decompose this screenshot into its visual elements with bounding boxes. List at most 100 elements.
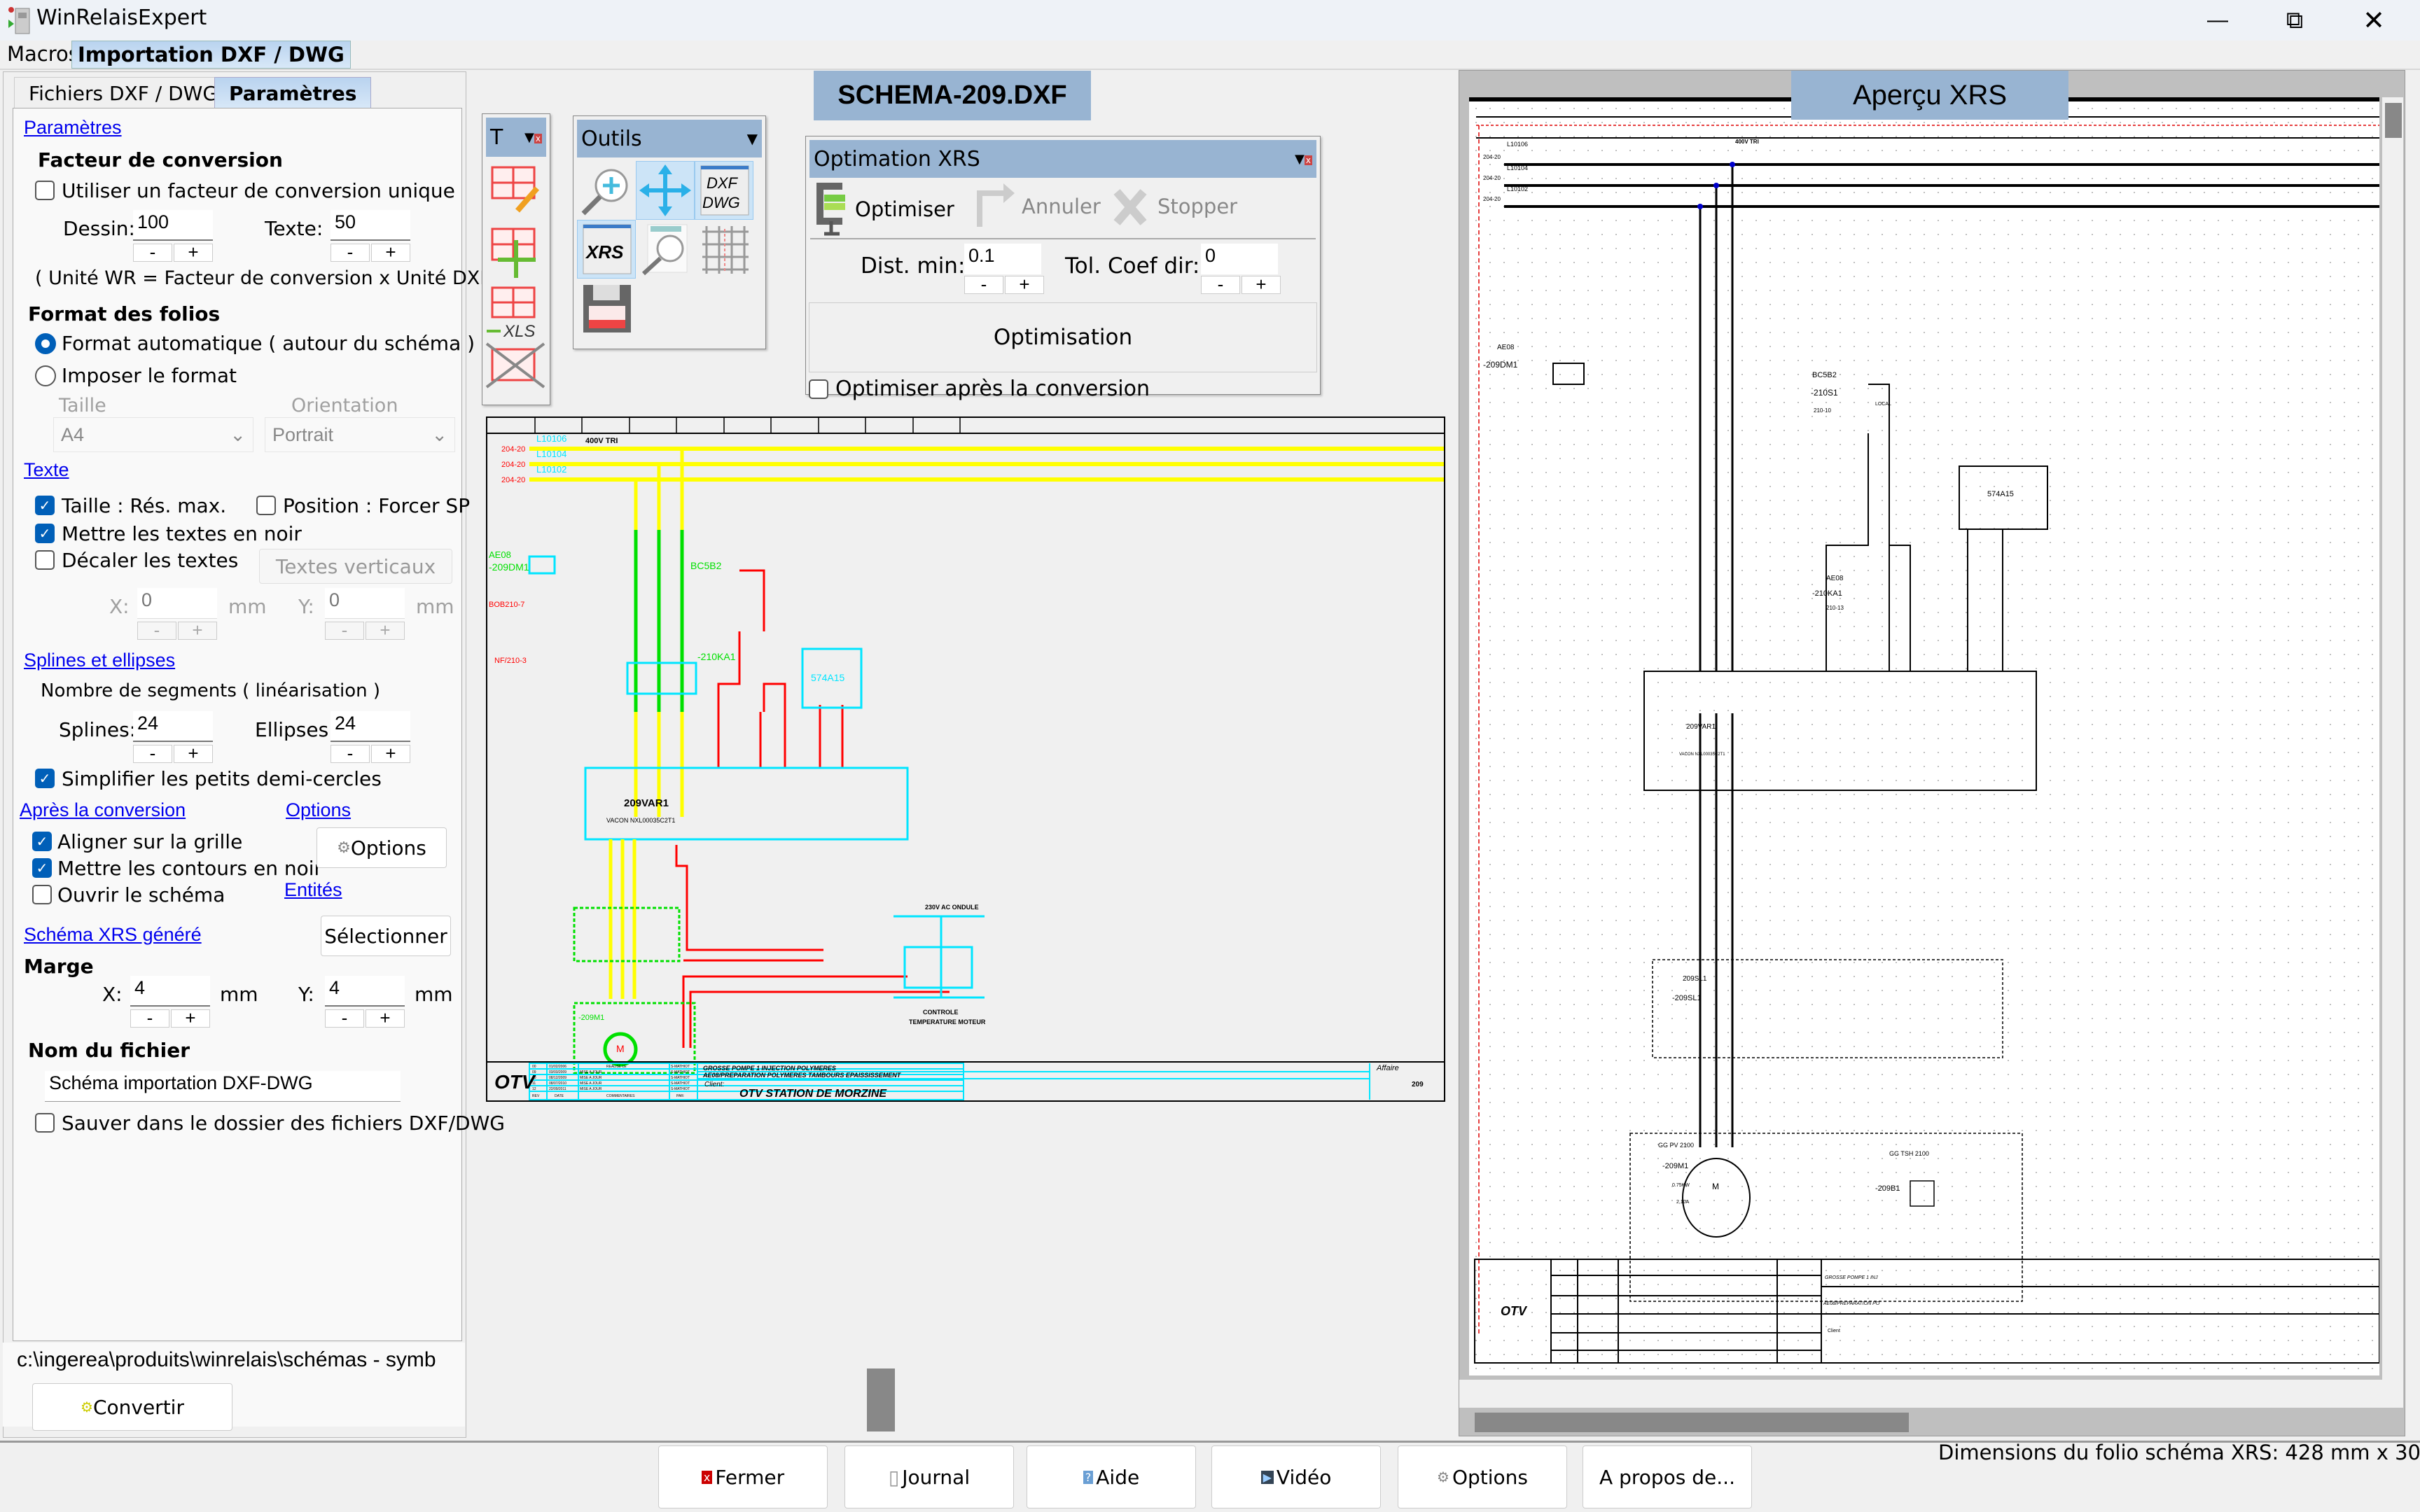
splines-input[interactable]: 24	[133, 711, 213, 742]
dessin-decrement[interactable]: -	[133, 243, 172, 262]
splines-decrement[interactable]: -	[133, 744, 172, 763]
dist-min-input[interactable]: 0.1	[964, 244, 1041, 274]
xrs-preview-panel[interactable]: 400V TRI L10106 L10104 L10102 204-20 204…	[1459, 70, 2405, 1436]
dxf-project1: GROSSE POMPE 1 INJECTION POLYMERES	[703, 1065, 836, 1072]
texte-factor-input[interactable]: 50	[331, 210, 410, 241]
convertir-button[interactable]: ⚙ Convertir	[32, 1383, 232, 1431]
a-propos-button[interactable]: A propos de...	[1583, 1446, 1752, 1508]
unique-factor-checkbox[interactable]	[35, 181, 55, 200]
table-delete-icon[interactable]	[485, 342, 545, 388]
table-edit-icon[interactable]	[491, 166, 540, 213]
maximize-button[interactable]: ⧉	[2256, 0, 2333, 41]
format-auto-radio[interactable]	[35, 333, 56, 354]
decaler-textes-checkbox[interactable]	[35, 550, 55, 570]
format-impose-radio[interactable]	[35, 365, 56, 386]
apres-conversion-link[interactable]: Après la conversion	[20, 799, 186, 821]
selectionner-button[interactable]: Sélectionner	[321, 916, 451, 956]
dessin-input[interactable]: 100	[133, 210, 213, 241]
dropdown-icon[interactable]: ▼ x	[524, 130, 542, 145]
tol-coef-decrement[interactable]: -	[1201, 275, 1240, 294]
dessin-increment[interactable]: +	[174, 243, 213, 262]
position-forcer-checkbox[interactable]	[256, 496, 276, 515]
stopper-button[interactable]: Stopper	[1113, 182, 1237, 231]
taille-select[interactable]: A4 ⌄	[53, 417, 253, 452]
optimiser-button[interactable]: Optimiser	[814, 182, 954, 237]
preview-hscroll-track[interactable]	[1459, 1380, 2403, 1408]
dist-min-increment[interactable]: +	[1005, 275, 1044, 294]
decaler-x-input[interactable]: 0	[137, 588, 217, 619]
tol-coef-increment[interactable]: +	[1242, 275, 1281, 294]
table-toolbar-header[interactable]: T ▼ x	[486, 118, 546, 157]
video-button[interactable]: ▶ Vidéo	[1211, 1446, 1381, 1508]
decaler-x-decrement[interactable]: -	[137, 621, 176, 640]
marge-y-decrement[interactable]: -	[325, 1009, 364, 1028]
decaler-y-increment[interactable]: +	[366, 621, 405, 640]
subtab-fichiers-dxf-dwg[interactable]: Fichiers DXF / DWG	[14, 77, 233, 108]
decaler-y-decrement[interactable]: -	[325, 621, 364, 640]
decaler-x-increment[interactable]: +	[178, 621, 217, 640]
dropdown-icon[interactable]: ▼	[747, 130, 758, 147]
texte-factor-increment[interactable]: +	[371, 243, 410, 262]
dxf-dwg-button[interactable]: DXF DWG	[695, 161, 753, 220]
bottom-options-button[interactable]: ⚙ Options	[1398, 1446, 1567, 1508]
table-export-xls-icon[interactable]: XLS	[487, 286, 536, 341]
marge-x-input[interactable]: 4	[130, 976, 210, 1007]
filename-input[interactable]: Schéma importation DXF-DWG	[45, 1071, 401, 1102]
parametres-link[interactable]: Paramètres	[24, 117, 122, 139]
grid-button[interactable]	[695, 220, 753, 279]
orientation-select[interactable]: Portrait ⌄	[265, 417, 455, 452]
xrs-button[interactable]: XRS	[577, 220, 636, 279]
subtab-parametres[interactable]: Paramètres	[214, 77, 372, 108]
save-button[interactable]	[577, 279, 636, 337]
dist-min-decrement[interactable]: -	[964, 275, 1003, 294]
fermer-button[interactable]: x Fermer	[658, 1446, 828, 1508]
aligner-grille-checkbox[interactable]: ✓	[32, 832, 52, 851]
textes-noir-checkbox[interactable]: ✓	[35, 524, 55, 543]
marge-x-increment[interactable]: +	[171, 1009, 210, 1028]
minimize-button[interactable]: —	[2179, 0, 2256, 41]
annuler-button[interactable]: Annuler	[975, 182, 1101, 231]
inspect-button[interactable]	[636, 220, 695, 279]
textes-verticaux-button[interactable]: Textes verticaux	[259, 549, 452, 584]
marge-x-decrement[interactable]: -	[130, 1009, 169, 1028]
zoom-in-button[interactable]	[577, 161, 636, 220]
optimisation-button[interactable]: Optimisation	[809, 302, 1317, 372]
tab-importation-dxf-dwg[interactable]: Importation DXF / DWG	[71, 41, 351, 69]
journal-button[interactable]: ▯ Journal	[844, 1446, 1014, 1508]
close-window-button[interactable]: ✕	[2335, 0, 2412, 41]
simplifier-checkbox[interactable]: ✓	[35, 769, 55, 788]
options-button[interactable]: ⚙ Options	[317, 827, 447, 868]
taille-res-max-checkbox[interactable]: ✓	[35, 496, 55, 515]
close-panel-icon[interactable]: x	[1304, 155, 1312, 165]
table-move-icon[interactable]	[491, 227, 536, 278]
contours-noir-checkbox[interactable]: ✓	[32, 858, 52, 878]
optimiser-apres-checkbox[interactable]	[809, 379, 828, 399]
ellipses-increment[interactable]: +	[371, 744, 410, 763]
outils-toolbar-header[interactable]: Outils ▼	[577, 120, 762, 158]
optimisation-header[interactable]: Optimation XRS ▼ x	[809, 140, 1316, 178]
splines-increment[interactable]: +	[174, 744, 213, 763]
ellipses-decrement[interactable]: -	[331, 744, 370, 763]
tol-coef-input[interactable]: 0	[1201, 244, 1278, 274]
preview-vscroll-thumb[interactable]	[2385, 103, 2402, 138]
texte-factor-decrement[interactable]: -	[331, 243, 370, 262]
options-link[interactable]: Options	[286, 799, 351, 821]
marge-y-increment[interactable]: +	[366, 1009, 405, 1028]
dxf-scrollbar-thumb[interactable]	[867, 1368, 895, 1432]
aide-button[interactable]: ? Aide	[1027, 1446, 1196, 1508]
splines-link[interactable]: Splines et ellipses	[24, 650, 175, 671]
entites-link[interactable]: Entités	[284, 879, 342, 901]
dropdown-icon[interactable]: ▼ x	[1295, 152, 1312, 167]
marge-y-input[interactable]: 4	[325, 976, 405, 1007]
texte-link[interactable]: Texte	[24, 459, 69, 481]
save-in-dxf-folder-checkbox[interactable]	[35, 1113, 55, 1133]
dxf-drawing-view[interactable]: 400V TRI L10106 L10104 L10102 204-20 204…	[486, 416, 1445, 1102]
preview-vscroll-track[interactable]	[2382, 97, 2403, 1385]
close-toolbar-icon[interactable]: x	[534, 133, 542, 144]
schema-xrs-link[interactable]: Schéma XRS généré	[24, 924, 202, 946]
decaler-y-input[interactable]: 0	[325, 588, 405, 619]
ouvrir-schema-checkbox[interactable]	[32, 885, 52, 904]
preview-hscroll-thumb[interactable]	[1475, 1413, 1909, 1432]
pan-button[interactable]	[636, 161, 695, 220]
ellipses-input[interactable]: 24	[331, 711, 410, 742]
